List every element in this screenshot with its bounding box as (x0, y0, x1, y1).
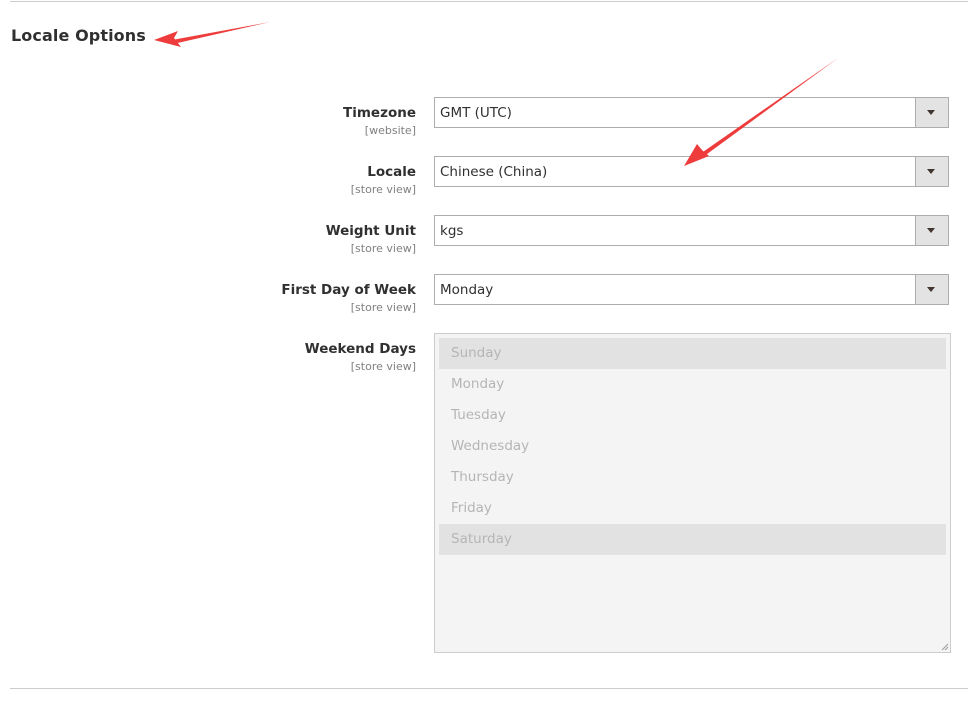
weekend-days-scope: [store view] (350, 360, 416, 373)
weight-unit-scope: [store view] (350, 242, 416, 255)
locale-scope: [store view] (350, 183, 416, 196)
chevron-down-icon (927, 228, 935, 233)
weekend-option-sunday: Sunday (439, 338, 946, 369)
weekend-option-monday: Monday (451, 376, 505, 392)
weekend-days-multiselect: Sunday Monday Tuesday Wednesday Thursday… (434, 333, 951, 653)
weekend-option-tuesday: Tuesday (451, 407, 506, 423)
timezone-dropdown-button[interactable] (915, 98, 948, 127)
timezone-value: GMT (UTC) (440, 105, 512, 121)
weight-unit-label: Weight Unit (325, 223, 416, 239)
weekend-option-friday: Friday (451, 500, 492, 516)
locale-dropdown-button[interactable] (915, 157, 948, 186)
weekend-option-thursday: Thursday (451, 469, 514, 485)
first-day-of-week-scope: [store view] (350, 301, 416, 314)
resize-grip-icon[interactable] (941, 643, 949, 651)
locale-select[interactable]: Chinese (China) (434, 156, 949, 187)
section-title[interactable]: Locale Options (11, 26, 146, 45)
chevron-down-icon (927, 169, 935, 174)
weight-unit-dropdown-button[interactable] (915, 216, 948, 245)
weekend-option-wednesday: Wednesday (451, 438, 530, 454)
locale-label: Locale (367, 164, 416, 180)
weight-unit-select[interactable]: kgs (434, 215, 949, 246)
first-day-of-week-select[interactable]: Monday (434, 274, 949, 305)
timezone-select[interactable]: GMT (UTC) (434, 97, 949, 128)
first-day-of-week-value: Monday (440, 282, 494, 298)
first-day-of-week-label: First Day of Week (281, 282, 416, 298)
locale-options-page: Locale Options Timezone [website] GMT (U… (0, 0, 968, 702)
weekend-option-saturday: Saturday (439, 524, 946, 555)
top-divider (10, 1, 968, 2)
chevron-down-icon (927, 110, 935, 115)
timezone-scope: [website] (364, 124, 416, 137)
red-arrow-icon (154, 22, 270, 47)
bottom-divider (10, 688, 968, 689)
weekend-days-label: Weekend Days (304, 341, 416, 357)
timezone-label: Timezone (343, 105, 416, 121)
weight-unit-value: kgs (440, 223, 464, 239)
locale-value: Chinese (China) (440, 164, 548, 180)
first-day-of-week-dropdown-button[interactable] (915, 275, 948, 304)
chevron-down-icon (927, 287, 935, 292)
